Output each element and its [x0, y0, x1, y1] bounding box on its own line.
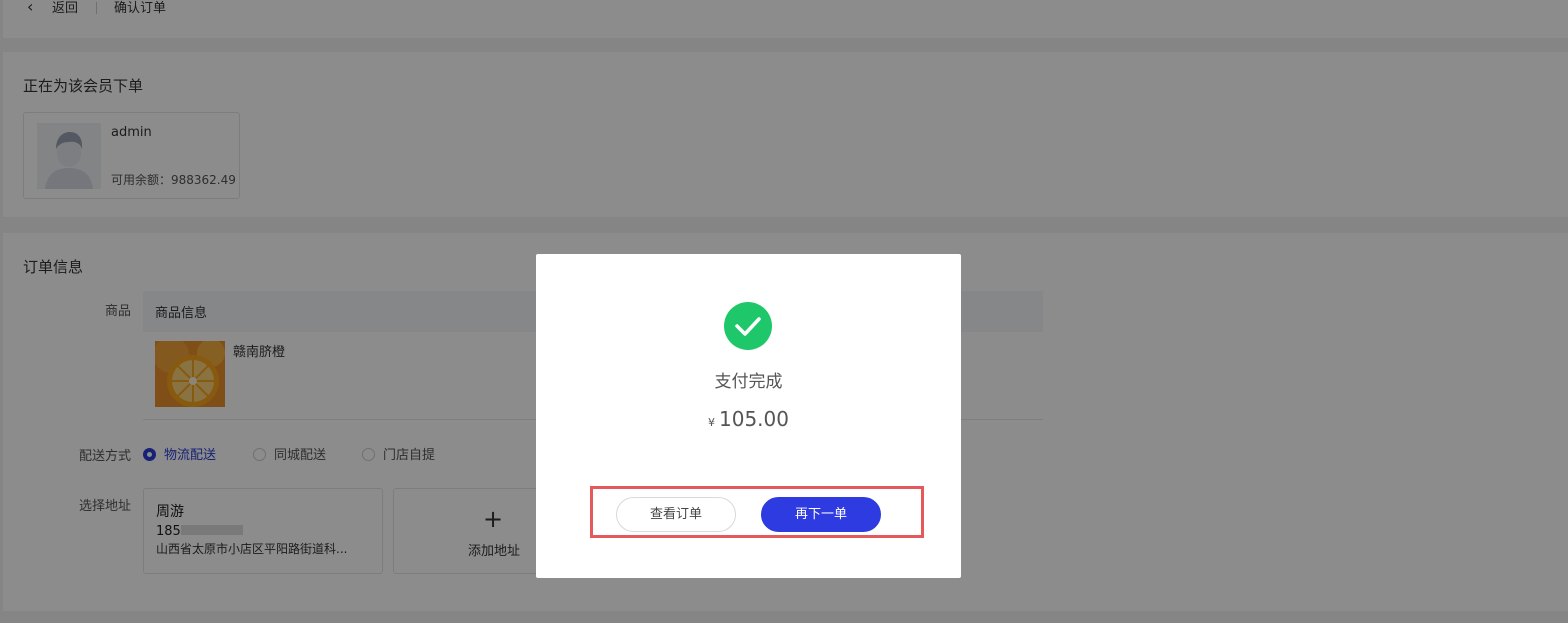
currency-symbol: ¥	[708, 416, 715, 429]
confirm-order-page: ‹ 返回 确认订单 正在为该会员下单 admin 可用余额：988362.49 …	[0, 0, 1568, 623]
payment-success-modal: 支付完成 ¥105.00 查看订单 再下一单	[536, 254, 961, 578]
order-again-button[interactable]: 再下一单	[761, 497, 881, 532]
check-circle-icon	[724, 302, 772, 350]
paid-amount: ¥105.00	[536, 407, 961, 431]
amount-value: 105.00	[719, 407, 789, 431]
success-title: 支付完成	[714, 372, 783, 392]
view-order-button[interactable]: 查看订单	[616, 497, 736, 532]
